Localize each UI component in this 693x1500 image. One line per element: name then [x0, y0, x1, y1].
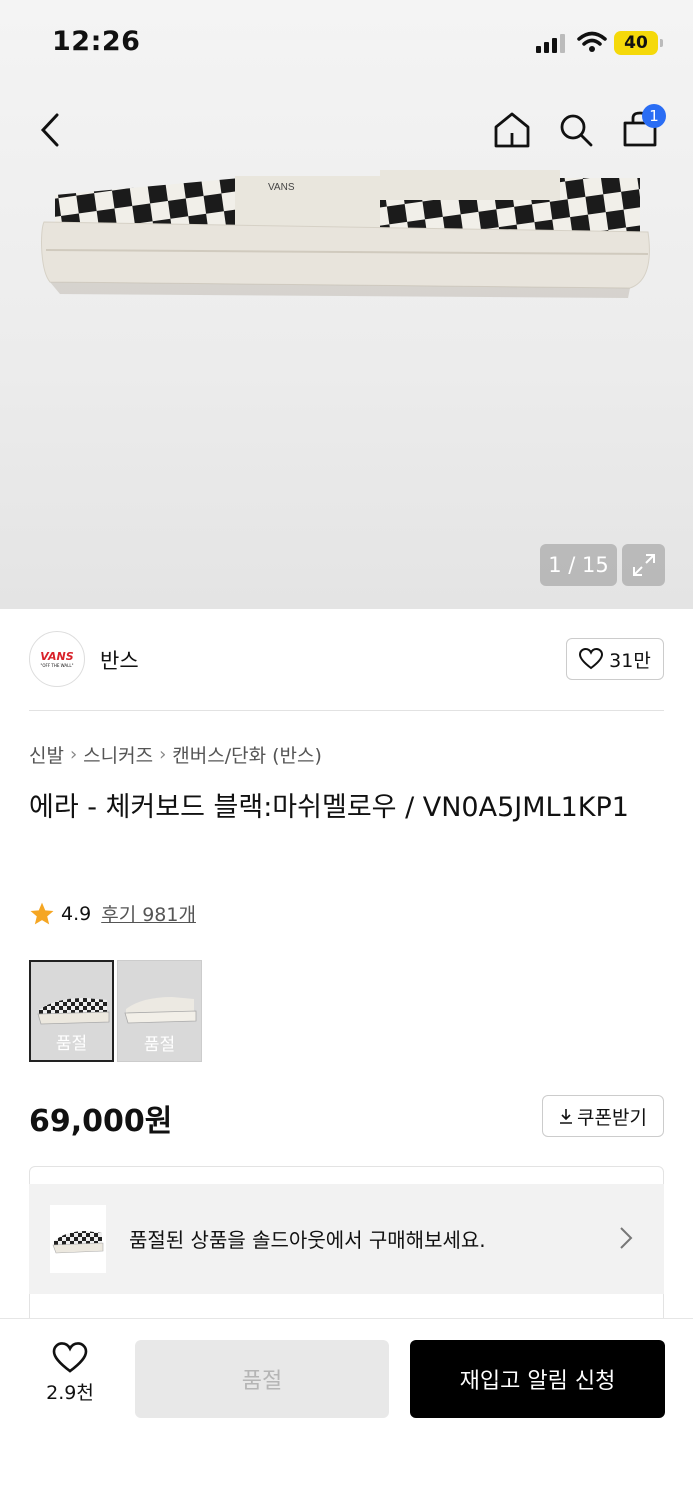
wishlist-button[interactable]: 2.9천	[30, 1342, 110, 1414]
banner-thumbnail	[50, 1205, 106, 1273]
brand-logo-sub: "OFF THE WALL"	[40, 663, 74, 668]
product-image: VANS	[41, 170, 650, 298]
home-button[interactable]	[490, 108, 534, 152]
soldout-button: 품절	[135, 1340, 389, 1418]
expand-button[interactable]	[622, 544, 665, 586]
option-swatch-selected[interactable]: 품절	[29, 960, 114, 1062]
product-thumbnail	[52, 1231, 104, 1254]
expand-icon	[632, 554, 655, 576]
chevron-left-icon	[40, 113, 59, 147]
rating-row: 4.9 후기 981개	[29, 900, 196, 927]
chevron-right-icon: ›	[69, 744, 78, 765]
status-bar: 12:26 40	[0, 0, 693, 86]
back-button[interactable]	[30, 108, 70, 152]
brand-logo-text: VANS	[40, 650, 74, 663]
product-price: 69,000원	[29, 1104, 173, 1139]
signal-icon	[536, 34, 565, 53]
brand-name[interactable]: 반스	[100, 645, 139, 675]
chevron-right-icon: ›	[159, 744, 167, 765]
heart-icon	[579, 648, 604, 670]
download-icon	[560, 1109, 573, 1124]
option-thumbnail	[37, 998, 110, 1025]
banner-text: 품절된 상품을 솔드아웃에서 구매해보세요.	[129, 1228, 486, 1252]
option-label: 품절	[55, 1034, 88, 1054]
status-time: 12:26	[52, 26, 141, 57]
option-thumbnail	[124, 997, 197, 1024]
search-icon	[560, 114, 593, 147]
coupon-label: 쿠폰받기	[577, 1106, 647, 1129]
review-link[interactable]: 후기 981개	[101, 900, 196, 927]
soldout-banner[interactable]: 품절된 상품을 솔드아웃에서 구매해보세요.	[29, 1184, 664, 1294]
restock-alert-button[interactable]: 재입고 알림 신청	[410, 1340, 665, 1418]
breadcrumb-item[interactable]: 캔버스/단화 (반스)	[172, 741, 322, 768]
home-icon	[494, 112, 530, 148]
breadcrumb-item[interactable]: 신발	[29, 741, 64, 768]
chevron-right-icon	[620, 1227, 633, 1249]
option-swatch[interactable]: 품절	[117, 960, 202, 1062]
brand-like-button[interactable]: 31만	[566, 638, 664, 680]
cart-count-badge: 1	[642, 104, 666, 128]
product-image-gallery[interactable]: VANS 12:26 40 1 1 / 15	[0, 0, 693, 609]
brand-like-count: 31만	[609, 649, 651, 672]
breadcrumb-item[interactable]: 스니커즈	[83, 741, 153, 768]
product-title: 에라 - 체커보드 블랙:마쉬멜로우 / VN0A5JML1KP1	[29, 792, 629, 823]
breadcrumb: 신발 › 스니커즈 › 캔버스/단화 (반스)	[29, 741, 322, 768]
rating-score: 4.9	[61, 902, 92, 925]
svg-text:VANS: VANS	[268, 182, 295, 193]
coupon-button[interactable]: 쿠폰받기	[542, 1095, 664, 1137]
image-counter: 1 / 15	[540, 544, 617, 586]
heart-icon	[52, 1342, 88, 1373]
wishlist-count: 2.9천	[46, 1382, 94, 1404]
cart-button[interactable]: 1	[618, 104, 666, 152]
star-icon	[30, 902, 54, 924]
option-label: 품절	[143, 1035, 176, 1055]
divider	[29, 710, 664, 711]
battery-indicator: 40	[614, 31, 663, 55]
wifi-icon	[577, 31, 607, 52]
search-button[interactable]	[554, 108, 598, 152]
brand-logo[interactable]: VANS "OFF THE WALL"	[29, 631, 85, 687]
